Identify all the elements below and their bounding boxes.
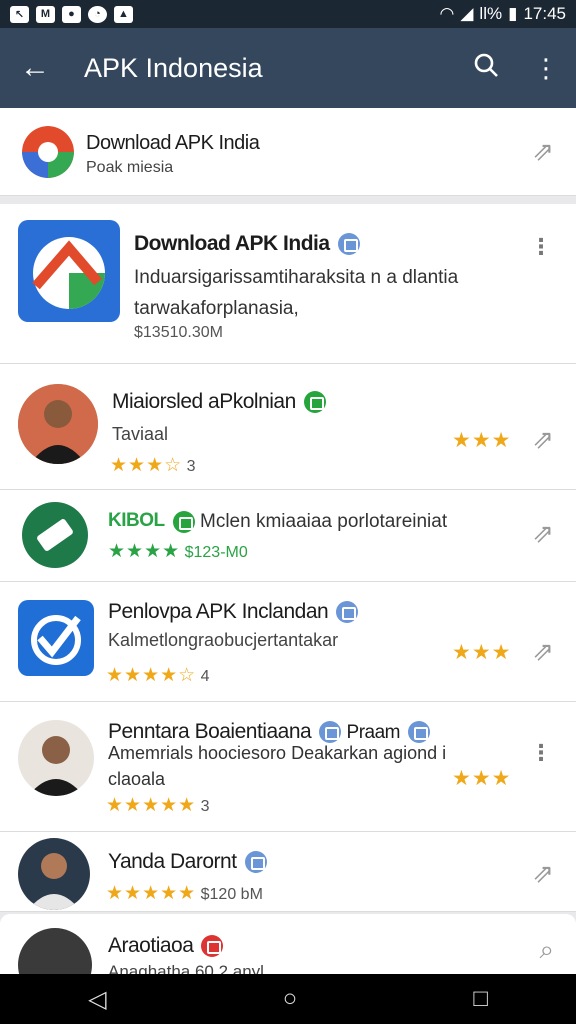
back-arrow-icon[interactable]: ← xyxy=(0,51,70,85)
wifi-icon: ◠ xyxy=(439,4,455,23)
verified-badge-icon xyxy=(172,510,195,533)
item-rating: ★★★☆ 3 xyxy=(110,454,196,477)
item-menu-icon[interactable]: ⋮ xyxy=(530,740,552,766)
avatar xyxy=(18,720,94,796)
home-nav-icon[interactable]: ○ xyxy=(283,985,298,1013)
list-item[interactable]: Yanda Darornt ★★★★★ $120 bM ⇗ xyxy=(0,832,576,912)
item-description: Mclen kmiaaiaa porlotareiniat xyxy=(200,511,448,532)
share-arrow-icon[interactable]: ⇗ xyxy=(532,636,554,667)
rating-stars: ★★★★☆ xyxy=(106,665,197,686)
back-nav-icon[interactable]: ◁ xyxy=(88,985,106,1014)
apk-app-icon xyxy=(18,220,120,322)
share-arrow-icon[interactable]: ⇗ xyxy=(532,518,554,549)
notification-icon: ↖ xyxy=(10,5,29,23)
rating-stars: ★★★ xyxy=(452,429,512,452)
app-bar: ← APK Indonesia ⋮ xyxy=(0,28,576,108)
item-rating: ★★★★★ $120 bM xyxy=(106,882,263,905)
item-title: Penlovpa APK Inclandan xyxy=(108,600,359,624)
item-description: Induarsigarissamtiharaksita n a dlantia … xyxy=(134,267,459,319)
clock-text: 17:45 xyxy=(523,4,566,23)
item-menu-icon[interactable]: ⋮ xyxy=(530,234,552,260)
rating-stars: ★★★★★ xyxy=(106,883,197,904)
rating-value: 4 xyxy=(200,668,210,685)
page-title: APK Indonesia xyxy=(84,52,263,83)
item-title: Download APK India xyxy=(86,132,260,154)
item-title: Yanda Darornt xyxy=(108,850,267,874)
verified-badge-icon xyxy=(336,601,359,624)
battery-icon: ▮ xyxy=(508,4,518,23)
signal-icon: ◢ xyxy=(460,4,474,23)
item-description: Amemrials hoociesoro Deakarkan agiond i … xyxy=(108,743,447,789)
item-subtitle: Anaqhatha 60 2 anyl xyxy=(108,962,264,974)
search-icon[interactable]: ⌕ xyxy=(539,934,554,966)
rating-stars: ★★★★★ xyxy=(106,795,197,816)
item-title: Miaiorsled aPkolnian xyxy=(112,390,326,414)
share-arrow-icon[interactable]: ⇗ xyxy=(532,858,554,889)
item-subtitle: Kalmetlongraobucjertantakar xyxy=(108,630,339,650)
battery-text: ll% xyxy=(479,4,503,23)
app-list: Download APK India Poak miesia ⇗ Downloa… xyxy=(0,108,576,974)
list-item[interactable]: Miaiorsled aPkolnian Taviaal ★★★☆ 3 ★★★ … xyxy=(0,364,576,490)
rating-stars: ★★★ xyxy=(452,767,512,790)
apk-app-icon xyxy=(18,600,94,676)
list-item[interactable]: Download APK India Poak miesia ⇗ xyxy=(0,108,576,196)
image-icon: ▲ xyxy=(114,5,133,23)
item-title: KIBOL xyxy=(108,510,195,533)
avatar xyxy=(18,384,98,464)
verified-badge-icon xyxy=(337,233,360,256)
verified-badge-icon xyxy=(303,391,326,414)
mail-icon: M xyxy=(36,5,55,23)
search-icon[interactable] xyxy=(456,52,516,85)
rating-value: 3 xyxy=(186,458,196,475)
clock-icon: ◔ xyxy=(88,5,107,23)
verified-badge-icon xyxy=(201,935,224,958)
item-price: $123-M0 xyxy=(184,544,248,561)
status-bar: ↖ M ● ◔ ▲ ◠ ◢ ll% ▮ 17:45 xyxy=(0,0,576,28)
navigation-bar: ◁ ○ □ xyxy=(0,974,576,1024)
item-title: Araotiaoa xyxy=(108,934,224,958)
more-options-icon[interactable]: ⋮ xyxy=(516,53,576,84)
item-title: Download APK India xyxy=(134,232,360,256)
recents-nav-icon[interactable]: □ xyxy=(473,985,488,1013)
list-item[interactable]: KIBOL Mclen kmiaaiaa porlotareiniat ★★★★… xyxy=(0,490,576,582)
share-arrow-icon[interactable]: ⇗ xyxy=(532,424,554,455)
list-item[interactable]: Penntara Boaientiaana Praam Amemrials ho… xyxy=(0,702,576,832)
apk-logo-icon xyxy=(22,126,74,178)
list-item[interactable]: Araotiaoa Anaqhatha 60 2 anyl ⌕ xyxy=(0,914,576,974)
item-subtitle: Taviaal xyxy=(112,424,169,444)
item-rating: ★★★★ $123-M0 xyxy=(108,540,248,563)
item-rating: ★★★★★ 3 xyxy=(106,794,210,817)
avatar xyxy=(18,838,90,910)
list-item[interactable]: Download APK India Induarsigarissamtihar… xyxy=(0,204,576,364)
list-item[interactable]: Penlovpa APK Inclandan Kalmetlongraobucj… xyxy=(0,582,576,702)
apk-app-icon xyxy=(22,502,88,568)
avatar xyxy=(18,928,92,974)
rating-stars: ★★★☆ xyxy=(110,455,183,476)
item-subtitle: Poak miesia xyxy=(86,159,174,176)
verified-badge-icon xyxy=(244,851,267,874)
item-rating: ★★★★☆ 4 xyxy=(106,664,210,687)
rating-stars: ★★★★ xyxy=(108,541,181,562)
rating-stars: ★★★ xyxy=(452,641,512,664)
item-size: $13510.30M xyxy=(134,324,223,341)
share-arrow-icon[interactable]: ⇗ xyxy=(532,136,554,167)
camera-icon: ● xyxy=(62,5,81,23)
item-price: $120 bM xyxy=(200,886,263,903)
rating-value: 3 xyxy=(200,798,210,815)
